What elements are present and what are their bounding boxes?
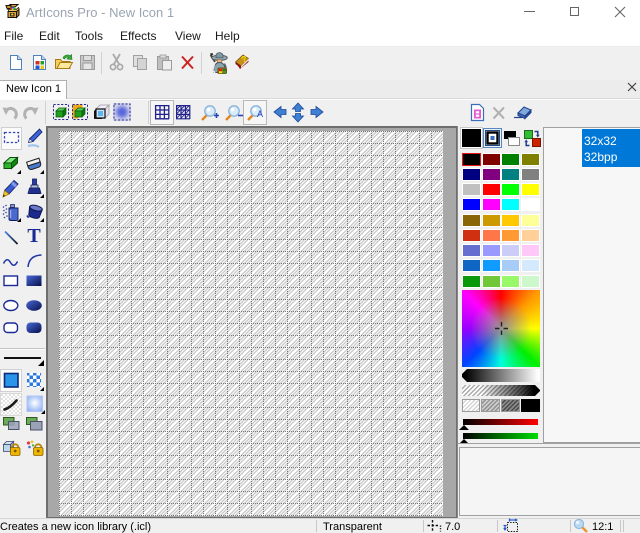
svg-text:A: A bbox=[257, 109, 263, 119]
